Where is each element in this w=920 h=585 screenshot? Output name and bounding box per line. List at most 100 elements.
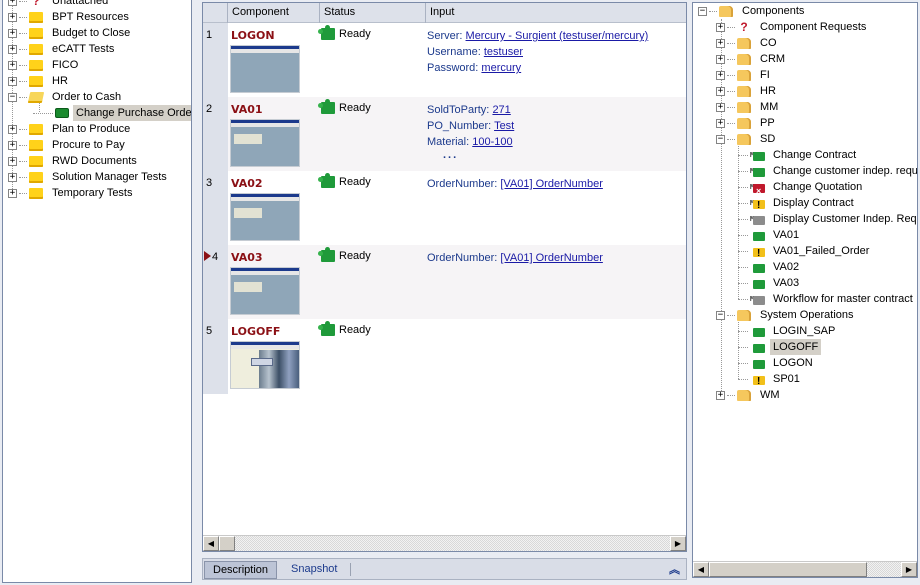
tree-item[interactable]: + eCATT Tests <box>3 41 191 57</box>
expand-icon[interactable]: + <box>8 124 17 134</box>
tree-item[interactable]: + CRM <box>693 51 917 67</box>
header-component[interactable]: Component <box>228 3 320 23</box>
scroll-right-button[interactable]: ▶ <box>901 562 917 577</box>
scroll-right-button[interactable]: ▶ <box>670 536 686 551</box>
tree-item[interactable]: + HR <box>3 73 191 89</box>
tree-item-root[interactable]: − Components <box>693 3 917 19</box>
tree-item[interactable]: + PP <box>693 115 917 131</box>
header-input[interactable]: Input <box>426 3 686 23</box>
table-row[interactable]: 3 VA02 Ready OrderNumber: [VA01] OrderNumbe… <box>203 171 686 245</box>
expand-icon[interactable]: + <box>8 60 17 70</box>
expand-icon[interactable]: + <box>8 12 17 22</box>
tree-item[interactable]: + Plan to Produce <box>3 121 191 137</box>
component-snapshot-thumbnail[interactable] <box>230 119 300 167</box>
collapse-panel-icon[interactable]: ︽ <box>669 561 680 577</box>
tree-item[interactable]: − System Operations <box>693 307 917 323</box>
tree-item[interactable]: +? Unattached <box>3 0 191 9</box>
tree-item[interactable]: VA01 <box>693 227 917 243</box>
tree-item[interactable]: VA02 <box>693 259 917 275</box>
tree-item[interactable]: + Temporary Tests <box>3 185 191 201</box>
tree-item[interactable]: M Display Customer Indep. Requ <box>693 211 917 227</box>
tree-item[interactable]: LOGON <box>693 355 917 371</box>
table-row[interactable]: 4 VA03 Ready OrderNumber: [VA01] OrderNumbe… <box>203 245 686 319</box>
tab-description[interactable]: Description <box>204 561 278 579</box>
component-name[interactable]: VA01 <box>231 103 263 116</box>
tree-item[interactable]: + MM <box>693 99 917 115</box>
tree-item[interactable]: + Solution Manager Tests <box>3 169 191 185</box>
grid-horizontal-scrollbar[interactable]: ◀ ▶ <box>203 535 686 551</box>
parameter-value-link[interactable]: 271 <box>492 104 510 116</box>
tree-item[interactable]: + WM <box>693 387 917 403</box>
tree-item[interactable]: + FI <box>693 67 917 83</box>
scroll-left-button[interactable]: ◀ <box>693 562 709 577</box>
tree-item[interactable]: ! SP01 <box>693 371 917 387</box>
tree-item[interactable]: +? Component Requests <box>693 19 917 35</box>
component-snapshot-thumbnail[interactable] <box>230 267 300 315</box>
tree-item[interactable]: + HR <box>693 83 917 99</box>
expand-icon[interactable]: + <box>716 22 725 32</box>
expand-icon[interactable]: + <box>716 54 725 64</box>
table-row[interactable]: 5 LOGOFF Ready <box>203 319 686 393</box>
expand-icon[interactable]: + <box>8 140 17 150</box>
component-snapshot-thumbnail[interactable] <box>230 341 300 389</box>
expand-icon[interactable]: + <box>8 172 17 182</box>
component-name[interactable]: LOGOFF <box>231 325 280 338</box>
tree-item[interactable]: M! Display Contract <box>693 195 917 211</box>
parameter-value-link[interactable]: Mercury - Surgient (testuser/mercury) <box>466 30 649 42</box>
expand-icon[interactable]: + <box>716 86 725 96</box>
tree-item[interactable]: LOGOFF <box>693 339 917 355</box>
collapse-icon[interactable]: − <box>716 310 725 320</box>
tree-item[interactable]: M× Change Quotation <box>693 179 917 196</box>
tree-item[interactable]: M Change Contract <box>693 147 917 163</box>
header-status[interactable]: Status <box>320 3 426 23</box>
component-snapshot-thumbnail[interactable] <box>230 193 300 241</box>
tree-item[interactable]: ! VA01_Failed_Order <box>693 243 917 259</box>
tree-item[interactable]: Change Purchase Order <box>3 105 191 121</box>
tree-item[interactable]: VA03 <box>693 275 917 291</box>
collapse-icon[interactable]: − <box>8 92 17 102</box>
parameter-value-link[interactable]: 100-100 <box>472 136 512 148</box>
expand-icon[interactable]: + <box>716 118 725 128</box>
scroll-left-button[interactable]: ◀ <box>203 536 219 551</box>
parameter-value-link[interactable]: mercury <box>481 62 521 74</box>
parameter-value-link[interactable]: testuser <box>484 46 523 58</box>
expand-icon[interactable]: + <box>8 0 17 6</box>
components-horizontal-scrollbar[interactable]: ◀ ▶ <box>693 561 917 577</box>
tree-item[interactable]: M Change customer indep. requi <box>693 163 917 179</box>
tree-item[interactable]: + Budget to Close <box>3 25 191 41</box>
scroll-thumb[interactable] <box>219 536 235 551</box>
collapse-icon[interactable]: − <box>716 134 725 144</box>
expand-icon[interactable]: + <box>8 156 17 166</box>
tree-item[interactable]: + FICO <box>3 57 191 73</box>
tree-item[interactable]: M Workflow for master contract <box>693 291 917 307</box>
scroll-thumb[interactable] <box>709 562 867 577</box>
component-name[interactable]: VA02 <box>231 177 263 190</box>
component-snapshot-thumbnail[interactable] <box>230 45 300 93</box>
tree-item[interactable]: − Order to Cash <box>3 89 191 105</box>
expand-icon[interactable]: + <box>716 390 725 400</box>
expand-icon[interactable]: + <box>8 44 17 54</box>
parameter-value-link[interactable]: Test <box>494 120 514 132</box>
expand-icon[interactable]: + <box>716 70 725 80</box>
table-row[interactable]: 2 VA01 Ready SoldToParty: 271 PO_Number: Tes… <box>203 97 686 171</box>
tree-item-label: Unattached <box>52 0 109 7</box>
parameter-value-link[interactable]: [VA01] OrderNumber <box>500 178 603 190</box>
tree-item[interactable]: + BPT Resources <box>3 9 191 25</box>
tree-item[interactable]: + CO <box>693 35 917 51</box>
tree-item[interactable]: − SD <box>693 131 917 147</box>
tree-item[interactable]: + RWD Documents <box>3 153 191 169</box>
component-name[interactable]: LOGON <box>231 29 275 42</box>
tree-item[interactable]: LOGIN_SAP <box>693 323 917 339</box>
tree-item[interactable]: + Procure to Pay <box>3 137 191 153</box>
expand-icon[interactable]: + <box>716 38 725 48</box>
table-row[interactable]: 1 LOGON Ready Server: Mercury - Surgient (t… <box>203 23 686 97</box>
more-parameters-indicator[interactable]: ... <box>427 150 514 161</box>
expand-icon[interactable]: + <box>8 28 17 38</box>
expand-icon[interactable]: + <box>8 188 17 198</box>
expand-icon[interactable]: + <box>8 76 17 86</box>
component-name[interactable]: VA03 <box>231 251 263 264</box>
tab-snapshot[interactable]: Snapshot <box>283 561 345 579</box>
collapse-icon[interactable]: − <box>698 6 707 16</box>
expand-icon[interactable]: + <box>716 102 725 112</box>
parameter-value-link[interactable]: [VA01] OrderNumber <box>500 252 603 264</box>
